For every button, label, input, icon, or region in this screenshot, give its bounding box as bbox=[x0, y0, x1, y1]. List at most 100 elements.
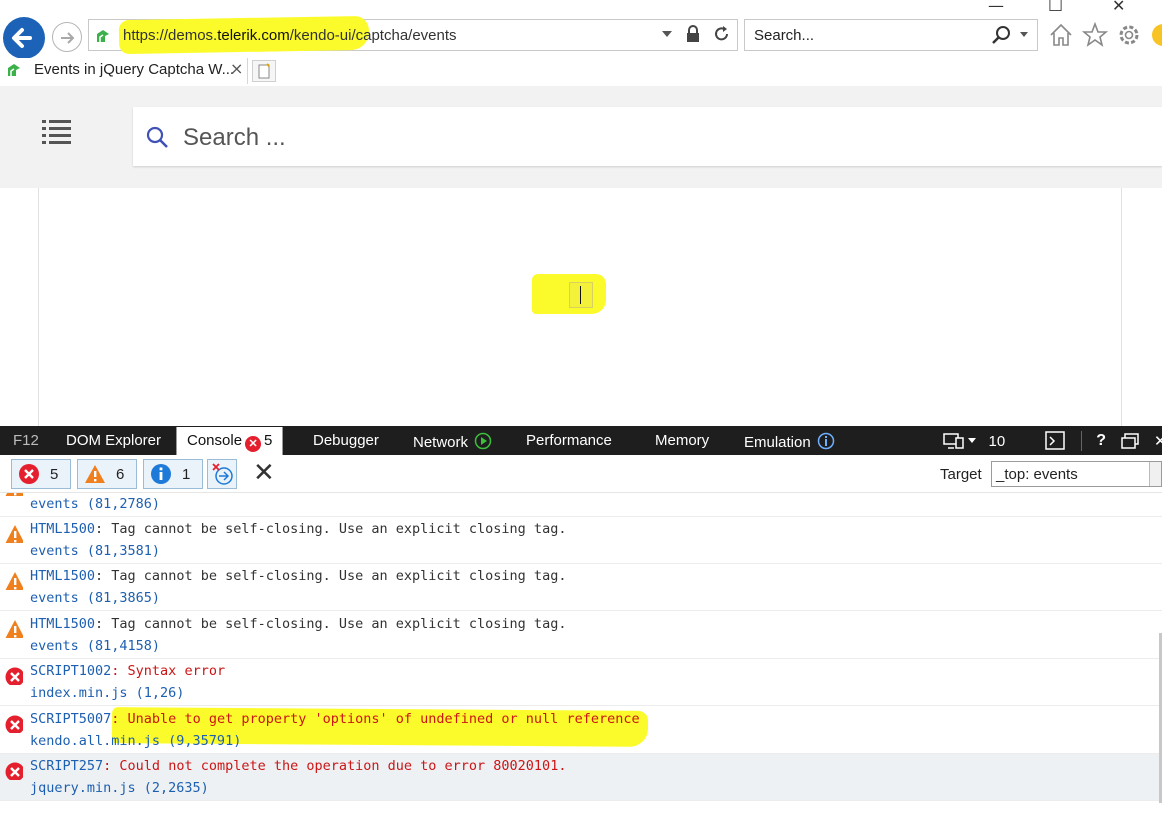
url-dropdown-icon[interactable] bbox=[661, 29, 673, 39]
console-message[interactable]: SCRIPT257: Could not complete the operat… bbox=[0, 754, 1162, 801]
url-path: /kendo-ui/captcha/events bbox=[289, 27, 457, 44]
tab-title: Events in jQuery Captcha W... bbox=[34, 61, 235, 78]
message-source-link[interactable]: index.min.js (1,26) bbox=[30, 685, 184, 701]
captcha-widget[interactable] bbox=[569, 282, 593, 308]
message-text-line: SCRIPT257: Could not complete the operat… bbox=[30, 758, 566, 774]
message-text-line: HTML1500: Tag cannot be self-closing. Us… bbox=[30, 521, 566, 537]
warning-icon bbox=[5, 493, 23, 496]
console-output: HTML1500: Tag cannot be self-closing. Us… bbox=[0, 493, 1162, 840]
tab-network[interactable]: Network bbox=[413, 432, 492, 451]
search-provider-dropdown-icon[interactable] bbox=[1019, 31, 1029, 39]
url-text[interactable]: https://demos.telerik.com/kendo-ui/captc… bbox=[123, 27, 457, 44]
url-prefix: https://demos. bbox=[123, 27, 218, 44]
message-code[interactable]: SCRIPT5007 bbox=[30, 711, 111, 727]
message-source-link[interactable]: jquery.min.js (2,2635) bbox=[30, 780, 209, 796]
filter-errors-button[interactable]: 5 bbox=[11, 459, 72, 489]
browser-search-box[interactable]: Search... bbox=[744, 19, 1038, 51]
tab-performance[interactable]: Performance bbox=[526, 432, 612, 449]
filter-warnings-button[interactable]: 6 bbox=[77, 459, 138, 489]
message-text-line: SCRIPT5007: Unable to get property 'opti… bbox=[30, 711, 640, 727]
message-source-link[interactable]: events (81,2786) bbox=[30, 496, 160, 512]
clear-on-navigate-icon bbox=[212, 463, 233, 485]
console-message[interactable]: HTML1500: Tag cannot be self-closing. Us… bbox=[0, 517, 1162, 564]
hamburger-menu-icon[interactable] bbox=[40, 118, 74, 146]
address-bar[interactable]: https://demos.telerik.com/kendo-ui/captc… bbox=[88, 15, 738, 55]
console-filter-row: 5 6 1 ✕ Target _top: events bbox=[0, 455, 1162, 493]
forward-icon bbox=[61, 32, 75, 44]
message-code[interactable]: SCRIPT257 bbox=[30, 758, 103, 774]
devtools-right-controls: 10 ? ✕ bbox=[942, 431, 1162, 451]
console-message[interactable]: HTML1500: Tag cannot be self-closing. Us… bbox=[0, 564, 1162, 611]
lock-icon[interactable] bbox=[685, 25, 701, 43]
undock-icon[interactable] bbox=[1120, 432, 1140, 450]
tab-memory[interactable]: Memory bbox=[655, 432, 709, 449]
tab-console-label: Console bbox=[187, 432, 243, 449]
site-search-input[interactable]: Search ... bbox=[133, 107, 1162, 166]
console-prompt-icon[interactable] bbox=[1045, 431, 1067, 451]
tab-dom-explorer[interactable]: DOM Explorer bbox=[66, 432, 161, 449]
browser-search-tools bbox=[991, 25, 1029, 45]
message-text: Tag cannot be self-closing. Use an expli… bbox=[111, 568, 567, 584]
error-icon: ✕ bbox=[245, 436, 262, 452]
target-select[interactable]: _top: events bbox=[991, 461, 1162, 487]
chevron-down-icon[interactable] bbox=[1149, 462, 1161, 486]
content-right-border bbox=[1121, 188, 1122, 426]
refresh-icon[interactable] bbox=[713, 25, 731, 43]
new-tab-button[interactable] bbox=[252, 60, 276, 82]
message-separator: : bbox=[111, 711, 128, 727]
close-devtools-icon[interactable]: ✕ bbox=[1154, 432, 1162, 450]
tab-events-captcha[interactable]: Events in jQuery Captcha W... × bbox=[0, 58, 248, 84]
warning-icon bbox=[5, 620, 23, 638]
console-message[interactable]: SCRIPT1002: Syntax error index.min.js (1,… bbox=[0, 659, 1162, 706]
document-mode-icon[interactable] bbox=[942, 432, 965, 450]
new-tab-icon bbox=[258, 63, 270, 79]
message-code[interactable]: HTML1500 bbox=[30, 521, 95, 537]
minimize-icon[interactable]: — bbox=[988, 0, 1004, 15]
console-message[interactable]: HTML1500: Tag cannot be self-closing. Us… bbox=[0, 493, 1162, 517]
console-message[interactable]: HTML1500: Tag cannot be self-closing. Us… bbox=[0, 612, 1162, 659]
message-code[interactable]: HTML1500 bbox=[30, 616, 95, 632]
warning-icon bbox=[5, 572, 23, 590]
message-source-link[interactable]: kendo.all.min.js (9,35791) bbox=[30, 733, 241, 749]
search-icon[interactable] bbox=[991, 25, 1011, 45]
message-code[interactable]: SCRIPT1002 bbox=[30, 663, 111, 679]
site-search-placeholder: Search ... bbox=[183, 124, 286, 151]
document-mode-value: 10 bbox=[988, 432, 1006, 450]
message-source-link[interactable]: events (81,3865) bbox=[30, 590, 160, 606]
tab-close-icon[interactable]: × bbox=[230, 59, 243, 78]
message-separator: : bbox=[95, 568, 112, 584]
message-separator: : bbox=[111, 663, 128, 679]
back-button[interactable] bbox=[3, 17, 45, 59]
clear-console-icon[interactable]: ✕ bbox=[253, 460, 275, 486]
message-text-line: HTML1500: Tag cannot be self-closing. Us… bbox=[30, 616, 566, 632]
tab-emulation[interactable]: Emulation bbox=[744, 432, 835, 451]
clear-on-navigate-button[interactable] bbox=[207, 459, 237, 489]
message-text: Unable to get property 'options' of unde… bbox=[127, 711, 640, 727]
devtools-toolbar: F12 DOM Explorer Console ✕ 5 Debugger Netw… bbox=[0, 426, 1162, 455]
console-message[interactable]: SCRIPT5007: Unable to get property 'opti… bbox=[0, 707, 1162, 754]
forward-button[interactable] bbox=[52, 22, 82, 52]
filter-info-button[interactable]: 1 bbox=[143, 459, 204, 489]
help-button[interactable]: ? bbox=[1096, 432, 1106, 450]
message-text: Could not complete the operation due to … bbox=[119, 758, 567, 774]
address-bar-row: https://demos.telerik.com/kendo-ui/captc… bbox=[0, 14, 1162, 59]
play-icon bbox=[474, 432, 492, 450]
error-icon bbox=[5, 667, 23, 685]
message-source-link[interactable]: events (81,3581) bbox=[30, 543, 160, 559]
message-code[interactable]: HTML1500 bbox=[30, 568, 95, 584]
tab-debugger[interactable]: Debugger bbox=[313, 432, 379, 449]
gear-icon[interactable] bbox=[1116, 22, 1142, 48]
search-icon bbox=[146, 126, 168, 148]
smiley-icon[interactable] bbox=[1150, 22, 1162, 48]
home-icon[interactable] bbox=[1048, 22, 1074, 48]
message-source-link[interactable]: events (81,4158) bbox=[30, 638, 160, 654]
text-caret bbox=[580, 286, 581, 304]
browser-search-placeholder: Search... bbox=[754, 27, 815, 44]
page-header: Search ... bbox=[0, 86, 1162, 188]
f12-label: F12 bbox=[13, 432, 39, 449]
close-window-icon[interactable]: ✕ bbox=[1112, 0, 1125, 15]
maximize-icon[interactable]: □ bbox=[1048, 0, 1063, 13]
tab-console[interactable]: Console ✕ 5 bbox=[176, 427, 284, 455]
dropdown-icon[interactable] bbox=[967, 436, 979, 446]
star-icon[interactable] bbox=[1082, 22, 1108, 48]
